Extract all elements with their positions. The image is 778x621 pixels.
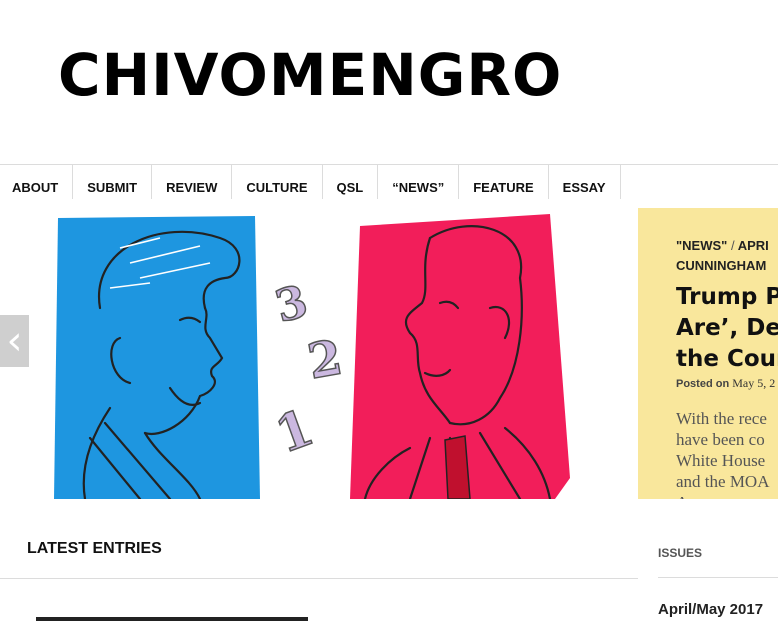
post-title-line[interactable]: Are’, Des bbox=[676, 313, 778, 344]
excerpt-line: have been co bbox=[676, 430, 765, 449]
featured-slider[interactable]: 3 2 1 bbox=[50, 208, 638, 499]
countdown-numbers: 3 2 1 bbox=[267, 275, 347, 465]
post-categories: "NEWS" / APRI CUNNINGHAM bbox=[676, 236, 778, 276]
excerpt-line: With the rece bbox=[676, 409, 767, 428]
nav-item-about[interactable]: ABOUT bbox=[0, 165, 74, 199]
latest-divider bbox=[0, 578, 638, 579]
issues-divider bbox=[658, 577, 778, 578]
category-link-news[interactable]: "NEWS" bbox=[676, 238, 727, 253]
issue-link-april-may-2017[interactable]: April/May 2017 bbox=[658, 601, 763, 618]
category-separator: / bbox=[730, 238, 735, 253]
entry-thumbnail[interactable] bbox=[36, 617, 308, 621]
post-meta: Posted on May 5, 2 bbox=[676, 376, 775, 391]
latest-entries-heading: LATEST ENTRIES bbox=[27, 540, 162, 557]
number-2: 2 bbox=[304, 330, 347, 391]
posted-on-label: Posted on bbox=[676, 378, 730, 390]
nav-item-qsl[interactable]: QSL bbox=[323, 165, 379, 199]
featured-post-panel: "NEWS" / APRI CUNNINGHAM Trump P Are’, D… bbox=[638, 208, 778, 499]
excerpt-line: White House bbox=[676, 451, 766, 470]
post-title[interactable]: Trump P Are’, Des the Cour bbox=[676, 282, 778, 375]
excerpt-line: A bbox=[676, 492, 778, 499]
nav-item-review[interactable]: REVIEW bbox=[152, 165, 233, 199]
post-title-line[interactable]: the Cour bbox=[676, 344, 778, 375]
nav-item-culture[interactable]: CULTURE bbox=[232, 165, 323, 199]
nav-item-feature[interactable]: FEATURE bbox=[459, 165, 549, 199]
main-navigation: ABOUT SUBMIT REVIEW CULTURE QSL “NEWS” F… bbox=[0, 164, 778, 199]
nav-item-submit[interactable]: SUBMIT bbox=[73, 165, 153, 199]
post-excerpt: With the rece have been co White House a… bbox=[676, 408, 778, 499]
excerpt-line: and the MOA bbox=[676, 472, 770, 491]
category-link-april[interactable]: APRI bbox=[738, 238, 769, 253]
nav-item-essay[interactable]: ESSAY bbox=[549, 165, 621, 199]
author-link[interactable]: CUNNINGHAM bbox=[676, 256, 778, 276]
issues-heading: ISSUES bbox=[658, 546, 703, 560]
slider-prev-button[interactable]: ‹ bbox=[0, 315, 29, 367]
site-title[interactable]: CHIVOMENGRO bbox=[58, 40, 562, 110]
left-color-panel bbox=[54, 216, 260, 499]
nav-item-news[interactable]: “NEWS” bbox=[378, 165, 460, 199]
post-title-line[interactable]: Trump P bbox=[676, 282, 778, 313]
right-figure-tie bbox=[444, 435, 471, 499]
number-3: 3 bbox=[270, 276, 313, 333]
featured-illustration: 3 2 1 bbox=[54, 214, 570, 499]
post-date[interactable]: May 5, 2 bbox=[732, 376, 775, 390]
number-1: 1 bbox=[268, 397, 321, 464]
